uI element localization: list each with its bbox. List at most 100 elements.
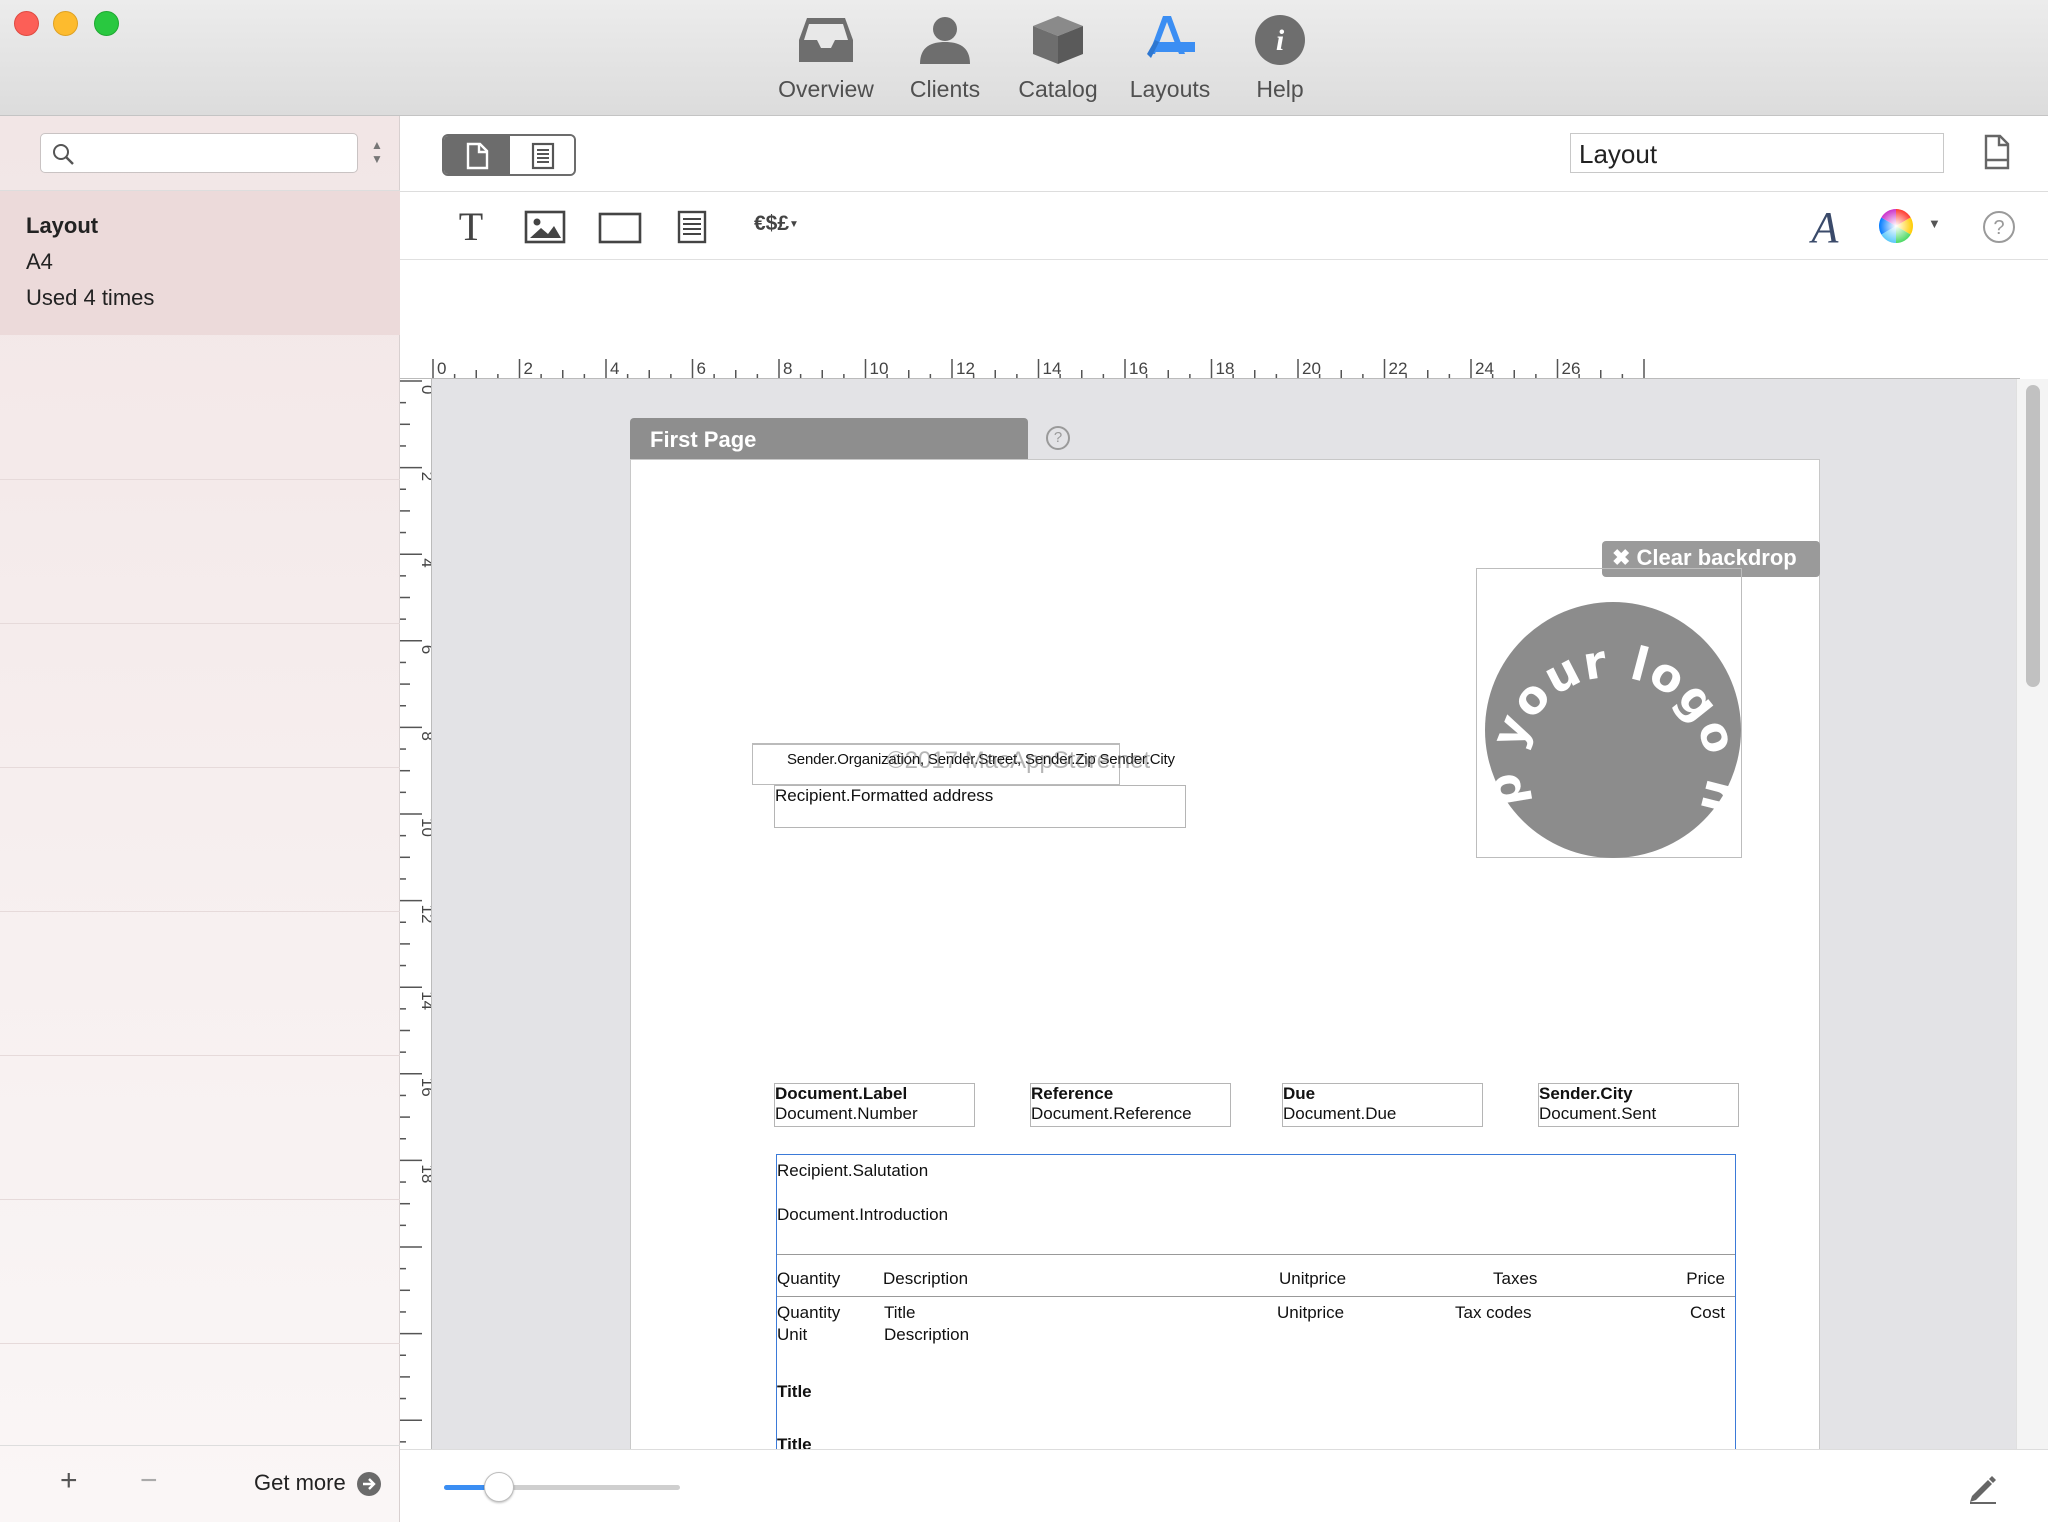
pencil-icon[interactable]: [1966, 1470, 2000, 1504]
sender-line-box[interactable]: Sender.Organization, Sender.Street, Send…: [752, 743, 1175, 785]
chevron-up-icon: ▲: [371, 138, 383, 152]
meta-value: Document.Due: [1283, 1104, 1397, 1123]
ruler-label: 6: [697, 359, 706, 378]
image-tool-icon[interactable]: [524, 210, 566, 244]
meta-label: Document.Label: [775, 1084, 908, 1103]
layout-canvas: First Page ? ✖ Clear backdrop Drop your …: [432, 379, 2016, 1449]
layouts-icon: [1147, 16, 1195, 58]
box-tool-icon[interactable]: [598, 212, 642, 244]
currency-tool-label: €$£: [754, 212, 790, 235]
app-window: Overview Clients Catalog Layouts i Help …: [0, 0, 2048, 1522]
toolbar-overview[interactable]: Overview: [768, 14, 884, 110]
help-icon[interactable]: ?: [1982, 210, 2016, 244]
meta-value: Document.Reference: [1031, 1104, 1192, 1123]
meta-label: Reference: [1031, 1084, 1114, 1103]
meta-field-city[interactable]: Sender.City Document.Sent: [1538, 1083, 1739, 1127]
meta-label: Due: [1283, 1084, 1316, 1103]
bottom-bar: [400, 1449, 2048, 1522]
row-quantity: Quantity: [777, 1303, 841, 1322]
recipient-address-box[interactable]: Recipient.Formatted address: [774, 785, 1186, 828]
ruler-label: 22: [1389, 359, 1408, 378]
ruler-label: 16: [1129, 359, 1148, 378]
info-icon: i: [1255, 15, 1305, 65]
list-separator: [0, 767, 400, 768]
row-description: Description: [884, 1325, 970, 1344]
table-tool-icon[interactable]: [676, 210, 708, 244]
toolbar-catalog-label: Catalog: [1018, 76, 1098, 102]
meta-field-document[interactable]: Document.Label Document.Number: [774, 1083, 975, 1127]
header-taxes: Taxes: [1493, 1269, 1538, 1288]
list-item-title: Layout: [26, 213, 99, 238]
sort-stepper[interactable]: ▲ ▼: [370, 138, 384, 168]
page-setup-icon[interactable]: [1982, 134, 2012, 172]
ruler-label: 2: [418, 472, 432, 481]
page-view-button[interactable]: [444, 136, 510, 174]
list-view-button[interactable]: [510, 136, 574, 174]
arrow-right-circle-icon: [357, 1472, 381, 1496]
header-description: Description: [883, 1269, 969, 1288]
document-icon: [466, 142, 489, 170]
ruler-label: 20: [1302, 359, 1321, 378]
svg-text:i: i: [1276, 24, 1285, 57]
color-picker-button[interactable]: ▼: [1878, 208, 1948, 244]
table-header-line: [777, 1254, 1735, 1255]
list-separator: [0, 1199, 400, 1200]
list-separator: [0, 911, 400, 912]
horizontal-ruler: 0 2 4 6 8 10 12 14 16 18 20 22 24 26: [400, 349, 2020, 379]
toolbar-help[interactable]: i Help: [1228, 14, 1332, 110]
add-layout-button[interactable]: +: [60, 1464, 78, 1498]
zoom-window-button[interactable]: [94, 11, 119, 36]
minimize-window-button[interactable]: [53, 11, 78, 36]
body-block[interactable]: Recipient.Salutation Document.Introducti…: [776, 1154, 1736, 1449]
ruler-label: 18: [1216, 359, 1235, 378]
text-tool-icon[interactable]: T: [454, 206, 488, 246]
ruler-label: 4: [610, 359, 619, 378]
remove-layout-button[interactable]: −: [140, 1464, 158, 1498]
recipient-address: Recipient.Formatted address: [775, 786, 994, 805]
watermark: ©2017 MacAppStore.net: [887, 747, 1151, 774]
search-field[interactable]: [40, 133, 358, 173]
layout-name-field[interactable]: Layout: [1570, 133, 1944, 173]
scrollbar-thumb[interactable]: [2026, 385, 2040, 687]
ruler-label: 2: [524, 359, 533, 378]
list-separator: [0, 623, 400, 624]
format-bar: [400, 261, 2048, 349]
zoom-slider-knob[interactable]: [484, 1472, 514, 1502]
section-title: Title: [777, 1382, 812, 1401]
toolbar-clients[interactable]: Clients: [890, 14, 1000, 110]
table-header-underline: [777, 1296, 1735, 1297]
view-mode-segmented-control[interactable]: [442, 134, 576, 176]
search-input[interactable]: [81, 138, 349, 168]
ruler-label: 12: [956, 359, 975, 378]
ruler-label: 12: [418, 905, 432, 924]
ruler-label: 0: [437, 359, 446, 378]
close-window-button[interactable]: [14, 11, 39, 36]
chevron-down-icon: ▼: [371, 152, 383, 166]
font-icon[interactable]: A: [1808, 204, 1842, 248]
currency-tool[interactable]: €$£▼: [754, 212, 799, 236]
first-page-tab[interactable]: First Page: [630, 418, 1028, 460]
meta-field-due[interactable]: Due Document.Due: [1282, 1083, 1483, 1127]
meta-field-reference[interactable]: Reference Document.Reference: [1030, 1083, 1231, 1127]
logo-placeholder: Drop your logo here: [1485, 602, 1741, 858]
ruler-label: 10: [418, 818, 432, 837]
toolbar-help-label: Help: [1256, 76, 1304, 102]
tray-icon: [799, 18, 853, 62]
toolbar-catalog[interactable]: Catalog: [1006, 14, 1110, 110]
logo-drop-zone[interactable]: Drop your logo here: [1476, 568, 1742, 858]
box-icon: [1033, 16, 1083, 64]
header-quantity: Quantity: [777, 1269, 841, 1288]
list-separator: [0, 1055, 400, 1056]
toolbar-clients-label: Clients: [909, 76, 981, 102]
list-icon: [531, 142, 555, 170]
get-more-button[interactable]: Get more: [254, 1470, 381, 1500]
get-more-label: Get more: [254, 1470, 346, 1495]
page-help-button[interactable]: ?: [1046, 426, 1070, 450]
meta-value: Document.Sent: [1539, 1104, 1657, 1123]
toolbar-layouts[interactable]: Layouts: [1118, 14, 1222, 110]
vertical-scrollbar[interactable]: [2016, 379, 2048, 1449]
list-item-layout[interactable]: Layout A4 Used 4 times: [0, 191, 400, 335]
chevron-down-icon: ▼: [1928, 216, 1941, 231]
meta-label: Sender.City: [1539, 1084, 1633, 1103]
svg-text:T: T: [459, 206, 483, 246]
